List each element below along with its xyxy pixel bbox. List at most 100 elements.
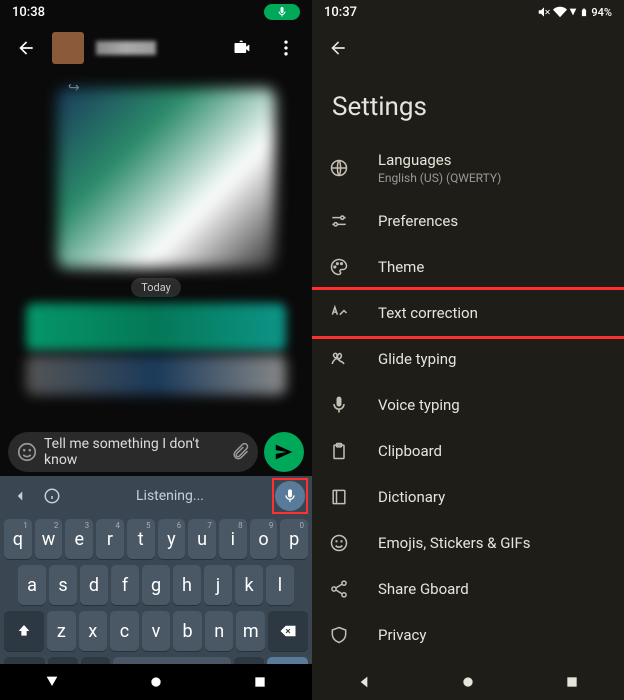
key-s[interactable]: s — [49, 565, 77, 605]
listening-indicator: Listening... — [68, 488, 272, 504]
battery-percent: 94% — [591, 6, 612, 19]
keyboard-back-button[interactable] — [4, 480, 36, 512]
shield-icon — [328, 625, 350, 645]
back-button[interactable] — [8, 30, 44, 66]
message-text: Tell me something I don't know — [44, 436, 224, 468]
key-j[interactable]: j — [204, 565, 232, 605]
keyboard-toolbar: Listening... — [0, 476, 312, 516]
sliders-icon — [328, 211, 350, 231]
settings-item-label: Voice typing — [378, 396, 460, 414]
clipboard-icon — [328, 441, 350, 461]
status-time-right: 10:37 — [324, 5, 357, 20]
nav-bar-right — [312, 664, 624, 700]
contact-name[interactable] — [96, 41, 216, 55]
message-bubble[interactable] — [26, 355, 286, 395]
message-bubble-media[interactable] — [57, 88, 275, 268]
chat-header — [0, 24, 312, 72]
share-icon — [328, 579, 350, 599]
settings-item-glide-typing[interactable]: Glide typing — [312, 336, 624, 382]
attach-button[interactable] — [230, 442, 250, 462]
settings-header — [312, 24, 624, 72]
settings-item-preferences[interactable]: Preferences — [312, 198, 624, 244]
settings-item-label: Emojis, Stickers & GIFs — [378, 534, 531, 552]
key-q[interactable]: q1 — [4, 519, 32, 559]
key-z[interactable]: z — [47, 611, 76, 651]
nav-recent[interactable] — [252, 674, 268, 690]
key-p[interactable]: p0 — [280, 519, 308, 559]
status-icons: 94% — [537, 5, 612, 19]
key-r[interactable]: r4 — [96, 519, 124, 559]
settings-item-label: Languages — [378, 151, 501, 169]
mic-icon — [328, 395, 350, 415]
settings-item-dictionary[interactable]: Dictionary — [312, 474, 624, 520]
more-options-button[interactable] — [268, 30, 304, 66]
nav-bar-left — [0, 664, 312, 700]
status-bar-left: 10:38 — [0, 0, 312, 24]
settings-back-button[interactable] — [320, 30, 356, 66]
key-g[interactable]: g — [142, 565, 170, 605]
key-l[interactable]: l — [266, 565, 294, 605]
message-input-box[interactable]: Tell me something I don't know — [8, 432, 258, 472]
settings-item-theme[interactable]: Theme — [312, 244, 624, 290]
message-input-row: Tell me something I don't know — [0, 428, 312, 476]
key-f[interactable]: f — [111, 565, 139, 605]
globe-icon — [328, 158, 350, 178]
key-i[interactable]: i8 — [219, 519, 247, 559]
voice-input-highlight — [272, 478, 308, 514]
key-m[interactable]: m — [236, 611, 265, 651]
gboard-settings-screen: 10:37 94% Settings LanguagesEnglish (US)… — [312, 0, 624, 700]
settings-item-label: Theme — [378, 258, 424, 276]
key-o[interactable]: o9 — [250, 519, 278, 559]
settings-item-privacy[interactable]: Privacy — [312, 612, 624, 658]
key-w[interactable]: w2 — [35, 519, 63, 559]
settings-list: Languages English (US) (QWERTY) Preference… — [312, 138, 624, 658]
key-v[interactable]: v — [142, 611, 171, 651]
nav-recent-r[interactable] — [564, 674, 580, 690]
key-d[interactable]: d — [80, 565, 108, 605]
spell-icon — [328, 303, 350, 323]
video-call-button[interactable] — [224, 30, 260, 66]
settings-item-label: Share Gboard — [378, 580, 469, 598]
key-e[interactable]: e3 — [65, 519, 93, 559]
voice-input-button[interactable] — [275, 481, 305, 511]
key-n[interactable]: n — [205, 611, 234, 651]
key-b[interactable]: b — [173, 611, 202, 651]
book-icon — [328, 487, 350, 507]
contact-avatar[interactable] — [52, 32, 84, 64]
message-bubble-outgoing[interactable] — [26, 303, 286, 351]
settings-item-voice-typing[interactable]: Voice typing — [312, 382, 624, 428]
key-backspace[interactable] — [268, 611, 308, 651]
palette-icon — [328, 257, 350, 277]
settings-item-share-gboard[interactable]: Share Gboard — [312, 566, 624, 612]
nav-home-r[interactable] — [460, 674, 476, 690]
key-c[interactable]: c — [110, 611, 139, 651]
key-t[interactable]: t5 — [127, 519, 155, 559]
settings-item-clipboard[interactable]: Clipboard — [312, 428, 624, 474]
date-separator: Today — [131, 278, 181, 297]
settings-item-languages[interactable]: Languages English (US) (QWERTY) — [312, 138, 624, 198]
nav-back[interactable] — [44, 674, 60, 690]
settings-item-text-correction[interactable]: Text correction — [312, 287, 624, 339]
keyboard-info-button[interactable] — [36, 480, 68, 512]
gesture-icon — [328, 349, 350, 369]
key-u[interactable]: u7 — [188, 519, 216, 559]
key-a[interactable]: a — [18, 565, 46, 605]
key-y[interactable]: y6 — [158, 519, 186, 559]
key-shift[interactable] — [4, 611, 44, 651]
key-h[interactable]: h — [173, 565, 201, 605]
settings-item-emojis-stickers-gifs[interactable]: Emojis, Stickers & GIFs — [312, 520, 624, 566]
nav-home[interactable] — [148, 674, 164, 690]
send-button[interactable] — [264, 432, 304, 472]
emoji-icon — [328, 533, 350, 553]
key-k[interactable]: k — [235, 565, 263, 605]
settings-item-label: Clipboard — [378, 442, 442, 460]
whatsapp-chat-screen: 10:38 ↪ Today Tell me someth — [0, 0, 312, 700]
settings-item-label: Dictionary — [378, 488, 445, 506]
status-bar-right: 10:37 94% — [312, 0, 624, 24]
key-x[interactable]: x — [79, 611, 108, 651]
settings-item-label: Text correction — [378, 304, 478, 322]
nav-back-r[interactable] — [356, 674, 372, 690]
settings-item-subtitle: English (US) (QWERTY) — [378, 171, 501, 185]
emoji-button[interactable] — [16, 441, 38, 463]
chat-messages-area[interactable]: ↪ Today — [0, 72, 312, 428]
